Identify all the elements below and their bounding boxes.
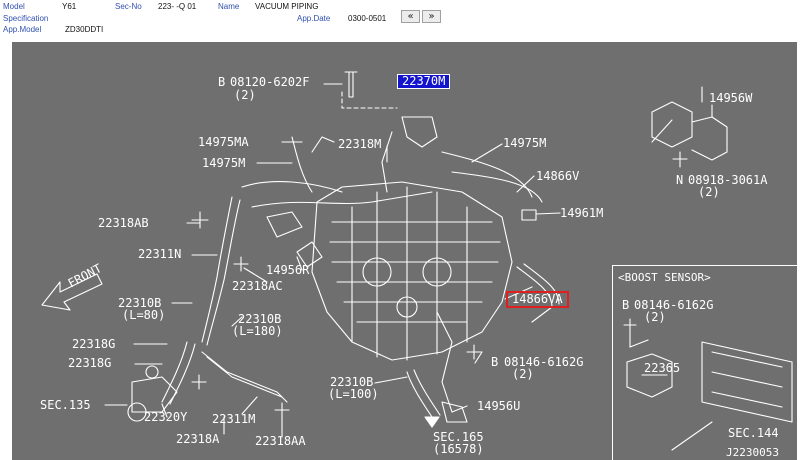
drawing-number: J2230053 [726, 446, 779, 459]
part-22318m[interactable]: 22318M [338, 138, 381, 151]
appdate-label: App.Date [297, 14, 331, 23]
part-14956r[interactable]: 14956R [266, 264, 309, 277]
part-22318g-lower[interactable]: 22318G [68, 357, 111, 370]
model-value: Y61 [62, 2, 77, 11]
appmodel-value: ZD30DDTI [65, 25, 104, 34]
name-value: VACUUM PIPING [255, 2, 319, 11]
prev-button[interactable]: « [401, 10, 420, 23]
part-08120-qty: (2) [234, 88, 256, 102]
part-14975m-right[interactable]: 14975M [503, 137, 546, 150]
part-22318a[interactable]: 22318A [176, 433, 219, 446]
name-label: Name [218, 2, 240, 11]
part-14866v[interactable]: 14866V [536, 170, 579, 183]
secno-label: Sec-No [115, 2, 142, 11]
part-22310b-l80-length: (L=80) [122, 308, 166, 322]
model-label: Model [3, 2, 25, 11]
part-22370m[interactable]: 22370M [396, 74, 451, 89]
part-22365[interactable]: 22365 [644, 362, 680, 375]
part-b-circle-1: B [218, 75, 226, 89]
part-14956u[interactable]: 14956U [477, 400, 520, 413]
part-08146-boost-qty: (2) [644, 310, 666, 324]
part-08918-qty: (2) [698, 185, 720, 199]
boost-sensor-title: <BOOST SENSOR> [618, 271, 711, 284]
part-14975m-left[interactable]: 14975M [202, 157, 245, 170]
part-22318ac[interactable]: 22318AC [232, 280, 283, 293]
appmodel-label: App.Model [3, 25, 42, 34]
spec-label: Specification [3, 14, 49, 23]
part-22320y[interactable]: 22320Y [144, 411, 187, 424]
part-n-circle: N [676, 173, 684, 187]
sec-144-link[interactable]: SEC.144 [728, 427, 779, 440]
part-14956w[interactable]: 14956W [709, 92, 752, 105]
diagram-area: B 08120-6202F (2) 22370M 14975MA 22318M … [0, 38, 800, 460]
part-b-circle-2: B [622, 298, 630, 312]
parts-diagram: B 08120-6202F (2) 22370M 14975MA 22318M … [12, 42, 797, 460]
part-22311m[interactable]: 22311M [212, 413, 255, 426]
sec-165-ref: (16578) [433, 442, 484, 456]
header-bar: Model Y61 Sec-No 223- -Q 01 Name VACUUM … [0, 0, 800, 38]
part-14975ma[interactable]: 14975MA [198, 136, 249, 149]
sec-135-link[interactable]: SEC.135 [40, 399, 91, 412]
secno-value: 223- -Q 01 [158, 2, 197, 11]
appdate-value: 0300-0501 [348, 14, 387, 23]
part-b-circle-3: B [491, 355, 499, 369]
part-22311n[interactable]: 22311N [138, 248, 181, 261]
part-22310b-l100-length: (L=100) [328, 387, 379, 401]
part-22310b-l180-length: (L=180) [232, 324, 283, 338]
part-08146-main-qty: (2) [512, 367, 534, 381]
part-22318g-upper[interactable]: 22318G [72, 338, 115, 351]
part-22318ab[interactable]: 22318AB [98, 217, 149, 230]
part-14961m[interactable]: 14961M [560, 207, 603, 220]
next-button[interactable]: » [422, 10, 441, 23]
part-22318aa[interactable]: 22318AA [255, 435, 306, 448]
part-14866va[interactable]: 14866VA [506, 291, 569, 308]
